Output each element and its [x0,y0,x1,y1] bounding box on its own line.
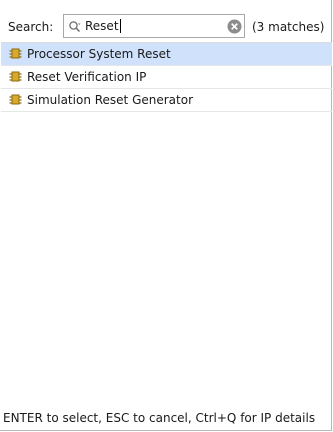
list-item-label: Reset Verification IP [27,70,147,84]
ip-core-icon [9,93,22,106]
search-icon [68,20,82,34]
ip-search-popup: Search: Reset (3 matches) Processor Syst… [0,0,332,431]
list-item-label: Simulation Reset Generator [27,93,194,107]
search-label: Search: [8,20,54,34]
search-value: Reset [85,19,121,33]
footer-hint: ENTER to select, ESC to cancel, Ctrl+Q f… [3,411,316,425]
search-input[interactable]: Reset [63,14,245,38]
list-item[interactable]: Simulation Reset Generator [1,89,332,112]
ip-core-icon [9,70,22,83]
list-item[interactable]: Reset Verification IP [1,66,332,89]
results-list: Processor System Reset Reset Verificatio… [1,42,332,112]
list-item-label: Processor System Reset [27,47,171,61]
text-caret [119,19,121,33]
match-count: (3 matches) [252,20,325,34]
search-row: Search: Reset (3 matches) [0,14,333,40]
clear-icon [227,19,242,34]
ip-core-icon [9,47,22,60]
clear-search-button[interactable] [227,19,242,34]
list-item[interactable]: Processor System Reset [1,43,332,66]
